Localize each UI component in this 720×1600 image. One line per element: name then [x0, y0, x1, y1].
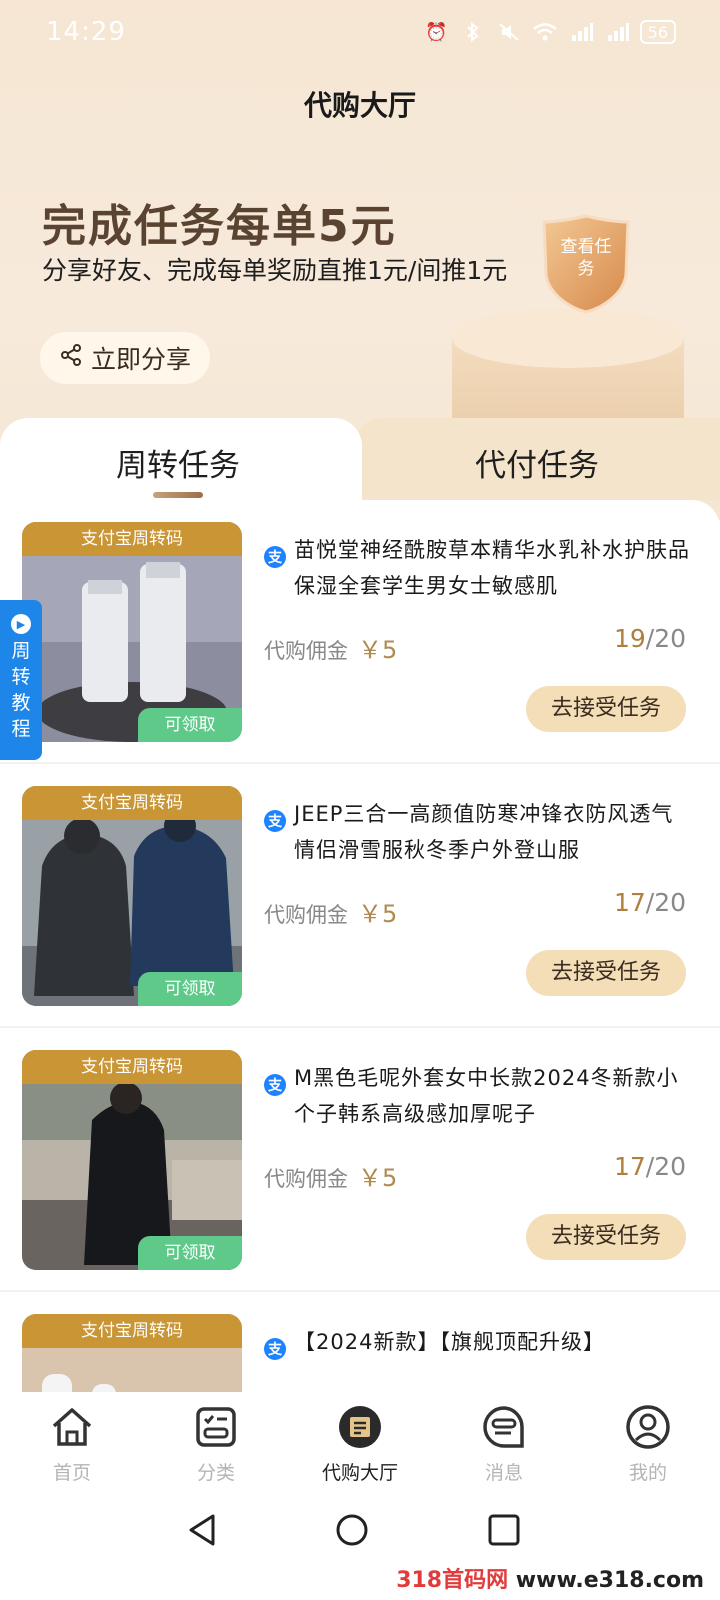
nav-label-home: 首页: [52, 1462, 91, 1484]
nav-label-category: 分类: [196, 1462, 235, 1484]
alipay-code-tag: 支付宝周转码: [22, 1050, 242, 1084]
tab-turnover-label: 周转任务: [116, 448, 240, 484]
task-item: 支付宝周转码 可领取 支 苗悦堂神经酰胺草本精华水乳补水护肤品保湿全套学生男女士…: [0, 500, 720, 764]
recents-icon[interactable]: [486, 1512, 522, 1548]
alipay-icon: 支: [264, 810, 286, 832]
alipay-icon: 支: [264, 1074, 286, 1096]
claimable-badge: 可领取: [138, 1236, 242, 1270]
claimable-badge: 可领取: [138, 972, 242, 1006]
accept-task-button[interactable]: 去接受任务: [526, 1214, 686, 1260]
mute-icon: [496, 21, 522, 43]
product-title[interactable]: JEEP三合一高颜值防寒冲锋衣防风透气情侣滑雪服秋冬季户外登山服: [294, 796, 694, 868]
watermark-left: 318首码网: [396, 1568, 509, 1593]
product-thumbnail[interactable]: 支付宝周转码 可领取: [22, 786, 242, 1006]
accept-task-button[interactable]: 去接受任务: [526, 686, 686, 732]
signal-icon-1: [568, 21, 594, 43]
task-progress: 17/20: [614, 1152, 686, 1181]
status-bar: 14:29 ⏰ 56: [0, 0, 720, 64]
hero-subtitle: 分享好友、完成每单奖励直推1元/间推1元: [42, 256, 508, 285]
nav-label-messages: 消息: [484, 1462, 523, 1484]
nav-label-purchase-hall: 代购大厅: [321, 1462, 398, 1484]
status-time: 14:29: [46, 17, 126, 47]
battery-indicator: 56: [639, 20, 676, 44]
bluetooth-icon: [460, 21, 486, 43]
play-icon: ▶: [11, 614, 31, 634]
task-total-count: /20: [645, 624, 686, 653]
turnover-tutorial-label: 周转教程: [11, 640, 31, 740]
task-progress: 19/20: [614, 624, 686, 653]
nav-label-profile: 我的: [628, 1462, 667, 1484]
purchase-hall-icon: [337, 1404, 383, 1454]
commission: 代购佣金 ￥5: [264, 1158, 397, 1193]
commission-label: 代购佣金: [264, 903, 348, 927]
nav-item-messages[interactable]: 消息: [432, 1392, 576, 1488]
back-icon[interactable]: [185, 1512, 221, 1548]
product-thumbnail[interactable]: 支付宝周转码 可领取: [22, 1050, 242, 1270]
task-item: 支付宝周转码 可领取 支 M黑色毛呢外套女中长款2024冬新款小个子韩系高级感加…: [0, 1028, 720, 1292]
alipay-icon: 支: [264, 546, 286, 568]
alipay-icon: 支: [264, 1338, 286, 1360]
share-button[interactable]: 立即分享: [40, 332, 210, 384]
product-title[interactable]: M黑色毛呢外套女中长款2024冬新款小个子韩系高级感加厚呢子: [294, 1060, 694, 1132]
task-total-count: /20: [645, 888, 686, 917]
nav-item-category[interactable]: 分类: [144, 1392, 288, 1488]
home-button-icon[interactable]: [334, 1512, 370, 1548]
share-icon: [59, 343, 83, 373]
product-title[interactable]: 【2024新款】【旗舰顶配升级】: [294, 1324, 694, 1360]
task-progress: 17/20: [614, 888, 686, 917]
tab-proxy-pay-label: 代付任务: [475, 448, 599, 484]
profile-icon: [625, 1404, 671, 1454]
hero-title: 完成任务每单5元: [42, 201, 397, 252]
podium-illustration: [452, 308, 684, 420]
alipay-code-tag: 支付宝周转码: [22, 522, 242, 556]
page-title: 代购大厅: [303, 89, 416, 122]
alipay-code-tag: 支付宝周转码: [22, 1314, 242, 1348]
task-done-count: 17: [613, 888, 646, 917]
tab-active-indicator: [153, 492, 203, 498]
commission-amount: ￥5: [358, 636, 398, 664]
commission: 代购佣金 ￥5: [264, 894, 397, 929]
task-item: 支付宝周转码 可领取 支 JEEP三合一高颜值防寒冲锋衣防风透气情侣滑雪服秋冬季…: [0, 764, 720, 1028]
view-tasks-label: 查看任务: [560, 237, 612, 279]
watermark: 318首码网 www.e318.com: [396, 1562, 704, 1594]
task-list: 支付宝周转码 可领取 支 苗悦堂神经酰胺草本精华水乳补水护肤品保湿全套学生男女士…: [0, 500, 720, 1534]
home-icon: [49, 1404, 95, 1454]
task-done-count: 19: [613, 624, 646, 653]
category-icon: [193, 1404, 239, 1454]
claimable-badge: 可领取: [138, 708, 242, 742]
wifi-icon: [532, 21, 558, 43]
task-done-count: 17: [613, 1152, 646, 1181]
product-title[interactable]: 苗悦堂神经酰胺草本精华水乳补水护肤品保湿全套学生男女士敏感肌: [294, 532, 694, 604]
signal-icon-2: [604, 21, 630, 43]
message-icon: [481, 1404, 527, 1454]
watermark-right: www.e318.com: [515, 1568, 704, 1593]
commission: 代购佣金 ￥5: [264, 630, 397, 665]
status-icons: ⏰ 56: [424, 20, 676, 44]
share-label: 立即分享: [90, 345, 191, 374]
alarm-icon: ⏰: [425, 21, 448, 43]
commission-label: 代购佣金: [264, 1167, 348, 1191]
task-total-count: /20: [645, 1152, 686, 1181]
nav-item-profile[interactable]: 我的: [576, 1392, 720, 1488]
nav-item-home[interactable]: 首页: [0, 1392, 144, 1488]
commission-label: 代购佣金: [264, 639, 348, 663]
system-navigation-bar: 318首码网 www.e318.com: [0, 1488, 720, 1600]
nav-item-purchase-hall[interactable]: 代购大厅: [288, 1392, 432, 1488]
commission-amount: ￥5: [358, 900, 398, 928]
alipay-code-tag: 支付宝周转码: [22, 786, 242, 820]
product-thumbnail[interactable]: 支付宝周转码 可领取: [22, 522, 242, 742]
turnover-tutorial-button[interactable]: ▶ 周转教程: [0, 600, 42, 760]
bottom-navigation: 首页 分类 代购大厅 消息 我的: [0, 1392, 720, 1488]
commission-amount: ￥5: [358, 1164, 398, 1192]
accept-task-button[interactable]: 去接受任务: [526, 950, 686, 996]
